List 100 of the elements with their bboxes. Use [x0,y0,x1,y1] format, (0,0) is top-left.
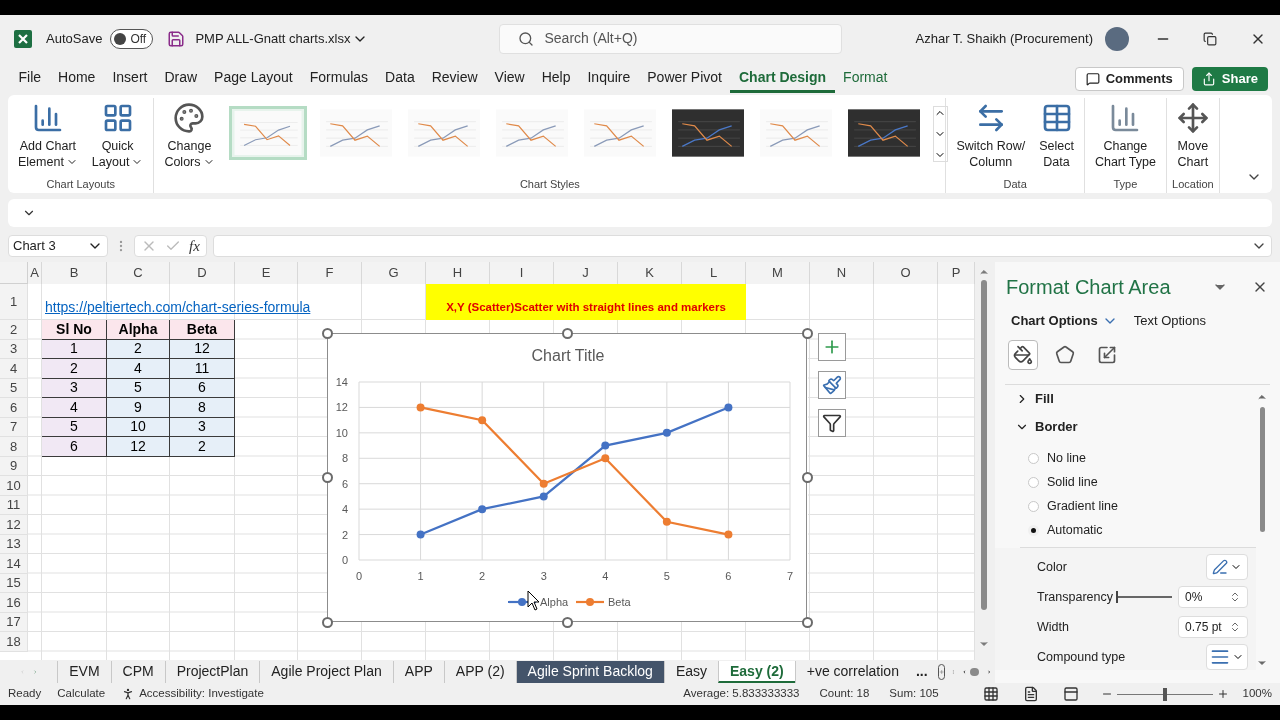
share-button[interactable]: Share [1191,66,1268,91]
hyperlink[interactable]: https://peltiertech.com/chart-series-formula [45,297,311,318]
sheet-tab[interactable]: CPM [110,660,165,683]
name-box[interactable]: Chart 3 [8,235,108,257]
menu-tab[interactable]: Chart Design [730,64,835,93]
file-name-button[interactable]: PMP ALL-Gnatt charts.xlsx [195,28,369,49]
zoom-level[interactable]: 100% [1242,685,1272,703]
column-header[interactable]: C [107,262,170,284]
ribbon-button[interactable]: Change Chart Type [1088,98,1162,170]
radio-label[interactable]: Gradient line [1047,496,1118,516]
color-picker-button[interactable] [1206,554,1248,580]
row-header[interactable]: 5 [0,378,28,398]
row-header[interactable]: 1 [0,284,28,320]
page-layout-icon[interactable] [1022,686,1039,702]
menu-tab[interactable]: View [486,64,534,93]
brush-button[interactable] [818,371,846,399]
ribbon-button[interactable]: Select Data [1033,98,1080,170]
column-header[interactable]: A [28,262,42,284]
sheet-tab[interactable]: Agile Project Plan [259,660,393,683]
fill-line-tab[interactable] [1008,340,1038,370]
radio-label[interactable]: Automatic [1047,520,1103,540]
column-header[interactable]: B [42,262,107,284]
menu-tab[interactable]: Format [834,64,896,93]
page-break-icon[interactable] [1062,686,1079,702]
autosave-toggle[interactable]: Off [110,28,154,49]
resize-handle[interactable] [561,616,573,628]
more-sheets[interactable]: ... [915,661,928,682]
search-input[interactable]: Search (Alt+Q) [544,28,824,49]
gallery-scroll[interactable] [932,106,948,162]
accessibility-button[interactable]: Accessibility: Investigate [121,685,264,703]
save-icon[interactable] [167,29,186,48]
sheet-tab[interactable]: ProjectPlan [164,660,260,683]
row-header[interactable]: 10 [0,476,28,496]
horizontal-scroll-thumb[interactable] [970,667,980,676]
column-header[interactable]: D [170,262,235,284]
chart-style-thumbnail[interactable] [228,106,307,160]
row-header[interactable]: 18 [0,632,28,652]
resize-handle[interactable] [561,327,573,339]
menu-tab[interactable]: Power Pivot [638,64,731,93]
ribbon-button[interactable]: Move Chart [1170,98,1215,170]
menu-tab[interactable]: Help [533,64,579,93]
row-header[interactable]: 8 [0,437,28,457]
sheet-tab[interactable]: APP [392,660,444,683]
radio-label[interactable]: Solid line [1047,472,1098,492]
zoom-slider[interactable] [1116,687,1213,701]
chart-area[interactable]: Chart Title 0 2 4 6 8 10 12 14 0 1 2 3 4 5 6 7 Alpha Beta [327,333,807,622]
row-header[interactable]: 11 [0,495,28,515]
row-header[interactable]: 12 [0,515,28,535]
menu-tab[interactable]: File [10,64,50,93]
avatar[interactable] [1105,26,1129,51]
row-header[interactable]: 16 [0,593,28,613]
spin-field[interactable]: 0% [1178,586,1248,608]
radio-button[interactable] [1028,476,1039,488]
row-header[interactable]: 9 [0,456,28,476]
ribbon-button[interactable]: Change Colors [158,98,221,170]
radio-button[interactable] [1028,452,1039,464]
sheet-tab[interactable]: APP (2) [443,660,516,683]
spin-field[interactable]: 0.75 pt [1178,616,1248,638]
add-element-button[interactable] [818,333,846,361]
comments-button[interactable]: Comments [1074,66,1184,91]
transparency-slider[interactable] [1115,591,1172,603]
zoom-in-icon[interactable] [1216,688,1229,700]
formula-input[interactable] [212,235,1272,257]
menu-tab[interactable]: Formulas [301,64,377,93]
menu-tab[interactable]: Draw [155,64,206,93]
resize-handle[interactable] [801,616,813,628]
menu-tab[interactable]: Inquire [578,64,639,93]
menu-tab[interactable]: Review [423,64,487,93]
normal-view-icon[interactable] [982,686,999,702]
resize-handle[interactable] [321,616,333,628]
compound-type-button[interactable] [1206,644,1248,670]
menu-tab[interactable]: Data [376,64,424,93]
zoom-thumb[interactable] [1162,687,1167,701]
column-header[interactable]: E [235,262,298,284]
row-header[interactable]: 7 [0,417,28,437]
menu-tab[interactable]: Home [49,64,104,93]
section-header[interactable]: Border [995,413,1256,441]
filter-button[interactable] [818,409,846,437]
row-header[interactable]: 15 [0,573,28,593]
radio-button[interactable] [1028,500,1039,512]
radio-label[interactable]: No line [1047,448,1086,468]
menu-tab[interactable]: Insert [103,64,156,93]
sheet-tab[interactable]: EVM [57,660,111,683]
sheet-tab[interactable]: +ve correlation [794,660,910,683]
row-header[interactable]: 4 [0,359,28,379]
row-header[interactable]: 2 [0,320,28,340]
search-field[interactable]: Search (Alt+Q) [499,23,843,54]
column-header[interactable]: M [746,262,810,284]
section-header[interactable]: Fill [995,385,1256,413]
menu-tab[interactable]: Page Layout [205,64,302,93]
ribbon-button[interactable]: Add Chart Element [12,98,84,170]
insert-function-button[interactable]: fx [189,234,200,258]
resize-handle[interactable] [801,471,813,483]
column-header[interactable]: F [298,262,362,284]
row-header[interactable]: 3 [0,339,28,359]
ribbon-button[interactable]: Switch Row/ Column [950,98,1032,170]
sheet-tab[interactable]: Agile Sprint Backlog [515,660,664,683]
resize-handle[interactable] [321,471,333,483]
slider-thumb[interactable] [1115,591,1118,603]
pane-tab[interactable]: Chart Options [1011,311,1118,331]
